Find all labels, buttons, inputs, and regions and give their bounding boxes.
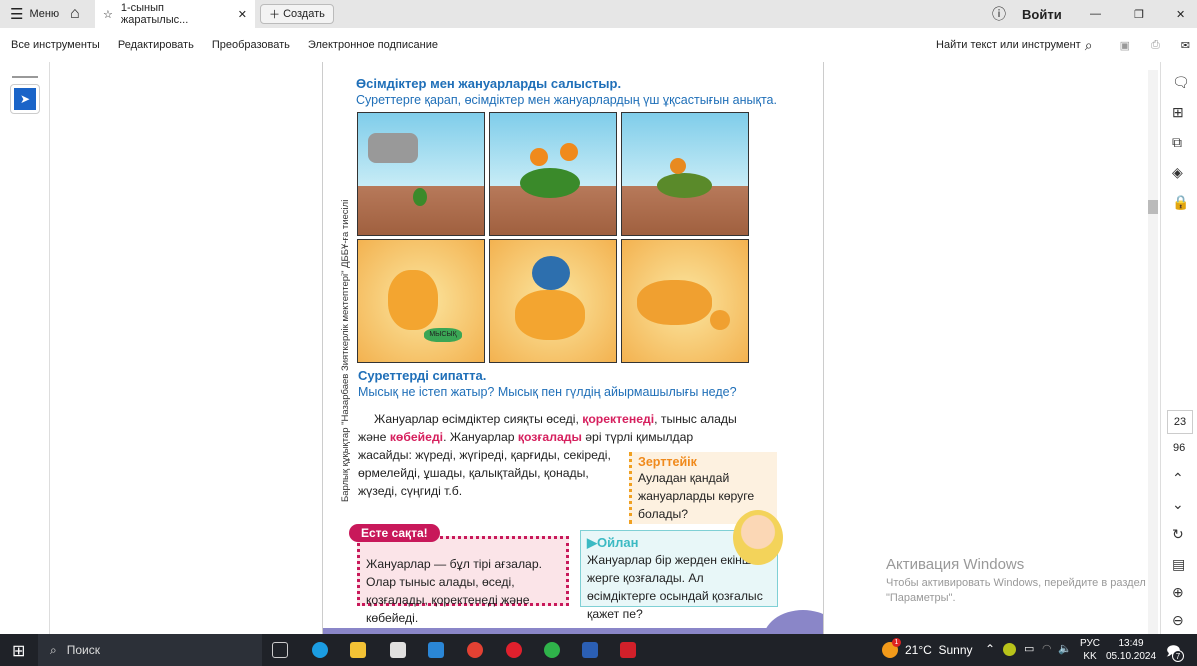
bookmark-icon[interactable]: ⊞	[1172, 104, 1184, 121]
tool-edit[interactable]: Редактировать	[118, 39, 194, 51]
page-total: 96	[1173, 442, 1186, 454]
notification-count: 7	[1172, 650, 1184, 662]
remember-box: Жануарлар — бұл тірі ағзалар. Олар тыныс…	[357, 536, 569, 625]
clock[interactable]: 13:49 05.10.2024	[1106, 637, 1156, 663]
search-icon: ⌕	[50, 642, 57, 657]
fit-page-icon[interactable]: ▤	[1172, 556, 1185, 573]
comment-icon[interactable]: 🗨	[1172, 74, 1190, 91]
triangle-icon: ▶	[587, 535, 597, 550]
edge-icon[interactable]	[312, 642, 328, 658]
volume-icon[interactable]: 🔈	[1058, 642, 1072, 655]
maximize-button[interactable]: ❐	[1134, 0, 1144, 28]
chevron-up-icon[interactable]: ⌃	[1172, 470, 1184, 487]
lock-icon[interactable]: 🔒	[1172, 194, 1189, 211]
page-title: Өсімдіктер мен жануарларды салыстыр.	[356, 76, 622, 91]
copy-icon[interactable]: ⧉	[1172, 134, 1182, 151]
task-view-icon[interactable]	[272, 642, 288, 658]
create-button[interactable]: ＋ Создать	[260, 4, 334, 24]
language-indicator[interactable]: РУС KK	[1080, 637, 1100, 663]
toolbar: Все инструменты Редактировать Преобразов…	[0, 28, 1197, 62]
print-icon[interactable]: ⎙	[1151, 39, 1160, 52]
windows-start-icon[interactable]: ⊞	[12, 641, 25, 661]
panel-handle[interactable]	[12, 76, 38, 78]
describe-title: Суреттерді сипатта.	[358, 368, 487, 383]
word-icon[interactable]	[582, 642, 598, 658]
mail-icon[interactable]: ✉	[1181, 39, 1190, 52]
tab-document[interactable]: ☆ 1-сынып жаратылыс... ✕	[95, 0, 255, 28]
layers-icon[interactable]: ◈	[1172, 164, 1183, 181]
scrollbar-track[interactable]	[1148, 70, 1158, 634]
girl-illustration	[733, 510, 783, 565]
wifi-icon[interactable]: ◠	[1042, 642, 1052, 655]
page-number-input[interactable]: 23	[1167, 410, 1193, 434]
tool-convert[interactable]: Преобразовать	[212, 39, 290, 51]
browser-icon[interactable]	[544, 642, 560, 658]
tab-bar: ☰ Меню ⌂ ☆ 1-сынып жаратылыс... ✕ ＋ Создать…	[0, 0, 1197, 28]
help-icon[interactable]: ⓘ	[992, 0, 1006, 28]
zoom-out-icon[interactable]: ⊖	[1172, 612, 1184, 629]
home-icon[interactable]: ⌂	[70, 0, 80, 28]
battery-icon[interactable]: ▭	[1024, 642, 1034, 655]
image-blooming-flowers	[489, 112, 617, 236]
image-cat-playing	[489, 239, 617, 363]
close-icon[interactable]: ✕	[238, 8, 247, 21]
select-tool-button[interactable]: ➤	[10, 84, 40, 114]
remember-title: Есте сақта!	[349, 524, 440, 542]
image-watering-plant	[357, 112, 485, 236]
rotate-icon[interactable]: ↻	[1172, 526, 1184, 543]
image-cat-family	[621, 239, 749, 363]
save-icon[interactable]: ▣	[1120, 39, 1130, 52]
weather-badge: 1	[892, 638, 901, 647]
image-wilted-flowers	[621, 112, 749, 236]
tray-app-icon[interactable]	[1003, 643, 1016, 656]
cursor-icon: ➤	[14, 88, 36, 110]
chevron-down-icon[interactable]: ⌄	[1172, 496, 1184, 513]
opera-icon[interactable]	[506, 642, 522, 658]
zoom-in-icon[interactable]: ⊕	[1172, 584, 1184, 601]
star-icon[interactable]: ☆	[103, 8, 113, 21]
scrollbar-thumb[interactable]	[1148, 200, 1158, 214]
store-icon[interactable]	[390, 642, 406, 658]
hamburger-icon: ☰	[10, 6, 24, 23]
weather-text[interactable]: 21°C Sunny	[905, 643, 973, 657]
mail-app-icon[interactable]	[428, 642, 444, 658]
page-corner-circle	[763, 610, 823, 634]
right-sidebar: 🗨 ⊞ ⧉ ◈ 🔒 23 96 ⌃ ⌄ ↻ ▤ ⊕ ⊖	[1160, 62, 1197, 634]
file-explorer-icon[interactable]	[350, 642, 366, 658]
describe-question: Мысық не істеп жатыр? Мысық пен гүлдің а…	[358, 385, 737, 399]
acrobat-icon[interactable]	[620, 642, 636, 658]
menu-button[interactable]: ☰ Меню	[10, 0, 59, 28]
windows-activation-watermark: Активация Windows Чтобы активировать Win…	[886, 556, 1146, 604]
tool-all[interactable]: Все инструменты	[11, 39, 100, 51]
plus-icon: ＋	[269, 9, 284, 21]
pdf-page: Өсімдіктер мен жануарларды салыстыр. Сур…	[322, 62, 824, 634]
taskbar: ⊞ ⌕ Поиск 1 21°C Sunny ⌃ ▭ ◠ 🔈 РУС KK 13:4…	[0, 634, 1197, 666]
login-button[interactable]: Войти	[1022, 0, 1062, 28]
close-window-button[interactable]: ✕	[1176, 0, 1185, 28]
taskbar-search[interactable]: ⌕ Поиск	[38, 634, 262, 666]
chrome-icon[interactable]	[467, 642, 483, 658]
image-cat-eating: МЫСЫҚ	[357, 239, 485, 363]
tray-chevron-icon[interactable]: ⌃	[985, 642, 995, 656]
minimize-button[interactable]: —	[1090, 0, 1101, 28]
search-icon[interactable]: ⌕	[1085, 37, 1093, 54]
page-subtitle: Суреттерге қарап, өсімдіктер мен жануарл…	[356, 93, 777, 107]
find-tool[interactable]: Найти текст или инструмент	[936, 39, 1081, 51]
copyright-vertical: Барлық құқықтар "Назарбаев Зияткерлік ме…	[340, 199, 351, 502]
tool-sign[interactable]: Электронное подписание	[308, 39, 438, 51]
left-panel: ➤	[0, 62, 50, 634]
